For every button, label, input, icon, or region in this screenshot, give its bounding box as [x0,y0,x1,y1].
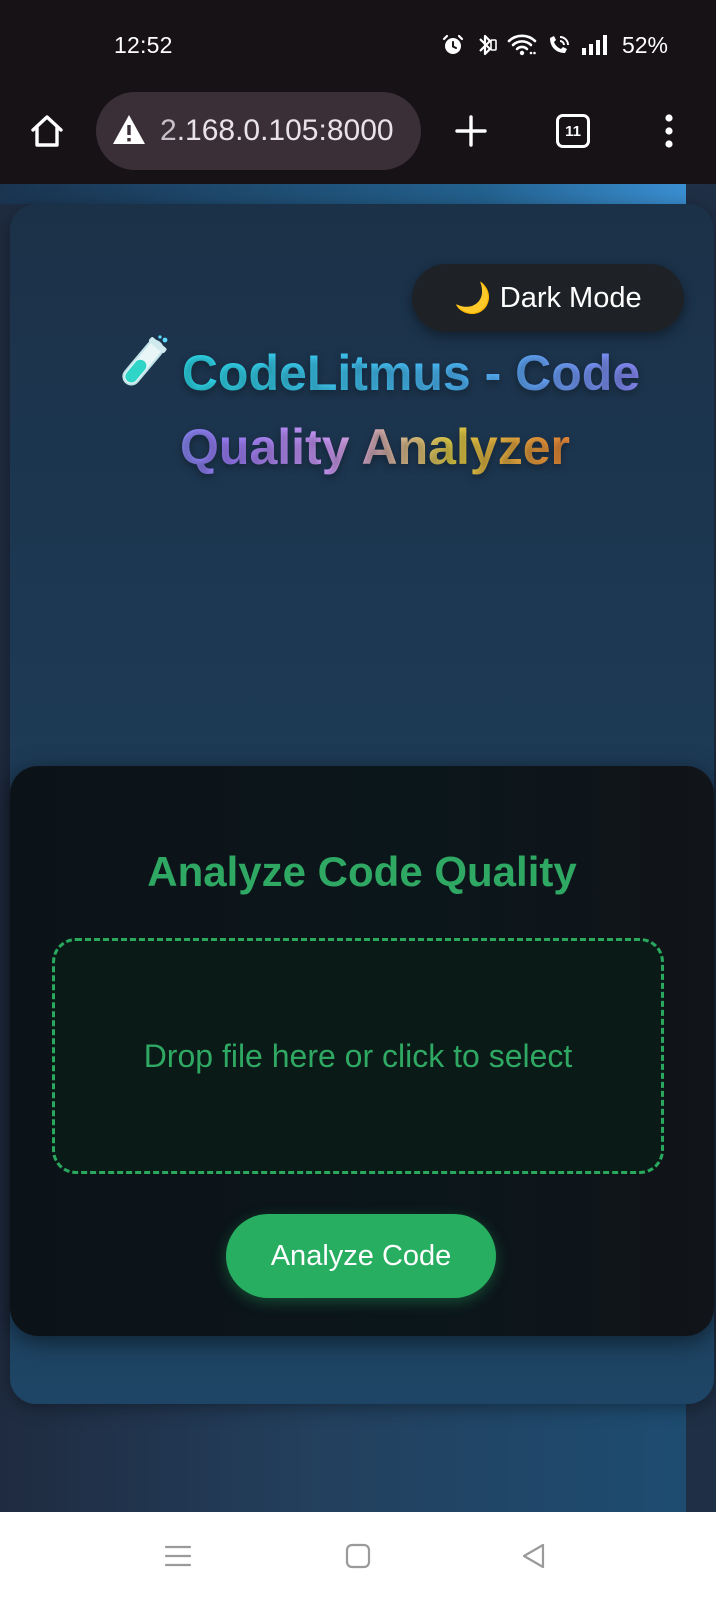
wifi-calling-icon [546,33,572,57]
page-top-strip [0,184,686,204]
battery-percent: 52% [621,31,668,58]
browser-toolbar: 2.168.0.105:8000 11 [0,92,716,184]
page-title-text: CodeLitmus - Code Quality Analyzer [180,345,641,475]
wifi-icon [507,33,537,57]
alarm-icon [441,33,465,57]
system-nav-bar [0,1512,716,1600]
analyze-heading: Analyze Code Quality [147,848,577,895]
dark-mode-label: Dark Mode [499,281,642,314]
page-title: CodeLitmus - Code Quality Analyzer [70,334,680,481]
url-host: .168.0.105:8000 [176,114,394,147]
bluetooth-icon [474,32,498,58]
browser-menu-button[interactable] [644,106,694,156]
tab-count: 11 [565,122,581,140]
address-bar[interactable]: 2.168.0.105:8000 [96,92,421,170]
analyze-code-button[interactable]: Analyze Code [226,1214,496,1298]
web-page: 🌙 Dark Mode CodeLitmus - Code Quality An… [0,184,716,1512]
dark-mode-toggle[interactable]: 🌙 Dark Mode [412,264,684,332]
home-icon [31,115,63,147]
new-tab-button[interactable] [446,106,496,156]
recent-apps-icon [164,1545,192,1567]
plus-icon [455,115,487,147]
home-square-icon [345,1543,371,1569]
tabs-icon: 11 [556,114,590,148]
menu-icon [665,114,673,148]
warning-icon[interactable] [110,111,148,149]
signal-icon [581,34,611,56]
tab-switcher-button[interactable]: 11 [548,106,598,156]
moon-icon: 🌙 [454,281,492,315]
home-button[interactable] [22,106,72,156]
back-button[interactable] [514,1536,554,1576]
status-bar: 12:52 52% [0,0,716,92]
analyze-card: Analyze Code Quality Drop file here or c… [10,766,714,1336]
status-time: 12:52 [114,32,173,58]
drop-zone-text: Drop file here or click to select [143,1037,573,1074]
back-icon [522,1543,545,1569]
test-tube-icon [110,334,172,413]
file-drop-zone[interactable]: Drop file here or click to select [52,938,664,1174]
status-icons: 52% [441,30,668,60]
url-text[interactable]: 2.168.0.105:8000 [160,114,394,148]
url-prefix: 2 [160,114,177,147]
recent-apps-button[interactable] [158,1536,198,1576]
home-nav-button[interactable] [338,1536,378,1576]
